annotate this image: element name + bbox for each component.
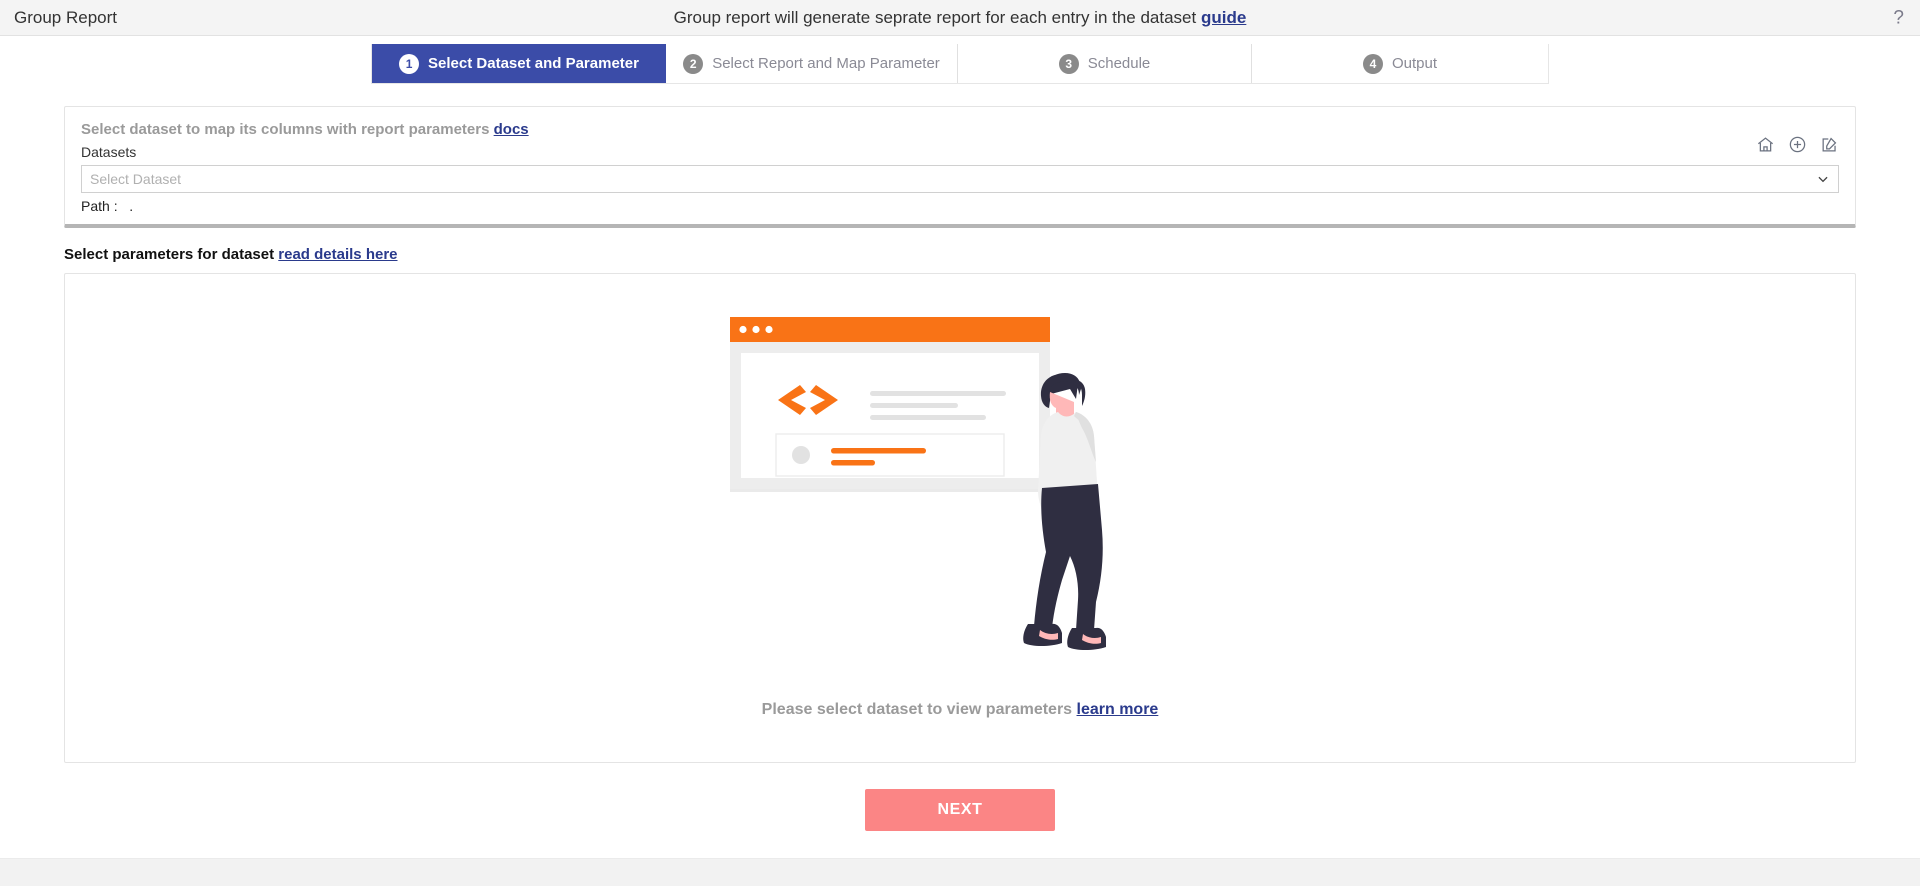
learn-more-link[interactable]: learn more	[1077, 701, 1159, 718]
tab-select-report-and-map-parameter[interactable]: 2 Select Report and Map Parameter	[666, 44, 958, 83]
dataset-path-value: .	[129, 198, 134, 214]
illustration-svg	[730, 317, 1106, 650]
help-icon[interactable]: ?	[1893, 8, 1904, 27]
step-number-1: 1	[399, 53, 420, 74]
step-number-2: 2	[683, 53, 704, 74]
next-button-container: NEXT	[64, 789, 1856, 831]
stepper-container: 1 Select Dataset and Parameter 2 Select …	[0, 36, 1920, 84]
parameters-title: Select parameters for dataset read detai…	[64, 246, 1856, 263]
tab-output[interactable]: 4 Output	[1252, 44, 1548, 83]
dataset-select-placeholder: Select Dataset	[90, 171, 182, 187]
step-label-3: Schedule	[1087, 55, 1151, 72]
step-label-2: Select Report and Map Parameter	[712, 55, 940, 72]
footer-strip	[0, 858, 1920, 886]
page-title: Group Report	[14, 7, 117, 27]
chevron-down-icon	[1816, 172, 1830, 186]
dataset-select[interactable]: Select Dataset	[81, 165, 1839, 193]
stepper: 1 Select Dataset and Parameter 2 Select …	[371, 44, 1549, 84]
step-number-4: 4	[1362, 53, 1383, 74]
parameters-empty-state: Please select dataset to view parameters…	[64, 273, 1856, 763]
tab-schedule[interactable]: 3 Schedule	[958, 44, 1252, 83]
tab-select-dataset-and-parameter[interactable]: 1 Select Dataset and Parameter	[372, 44, 666, 83]
next-button[interactable]: NEXT	[865, 789, 1055, 831]
plus-circle-icon[interactable]	[1788, 135, 1807, 154]
dataset-path: Path : .	[81, 198, 1839, 214]
header-notice: Group report will generate seprate repor…	[0, 8, 1920, 28]
empty-state-message-text: Please select dataset to view parameters	[761, 701, 1073, 718]
step-label-1: Select Dataset and Parameter	[428, 55, 639, 72]
edit-square-icon[interactable]	[1820, 135, 1839, 154]
step-label-4: Output	[1391, 55, 1438, 72]
top-bar: Group Report Group report will generate …	[0, 0, 1920, 36]
parameters-title-text: Select parameters for dataset	[64, 246, 275, 263]
header-notice-text: Group report will generate seprate repor…	[673, 7, 1197, 27]
empty-state-message: Please select dataset to view parameters…	[762, 701, 1159, 719]
dataset-panel-actions	[1756, 135, 1839, 154]
step-number-3: 3	[1058, 53, 1079, 74]
guide-link[interactable]: guide	[1201, 8, 1246, 27]
dataset-panel-heading: Select dataset to map its columns with r…	[81, 121, 1839, 138]
empty-state-illustration	[730, 317, 1190, 687]
main-content: Select dataset to map its columns with r…	[0, 106, 1920, 831]
dataset-panel: Select dataset to map its columns with r…	[64, 106, 1856, 228]
home-icon[interactable]	[1756, 135, 1775, 154]
dataset-panel-heading-text: Select dataset to map its columns with r…	[81, 121, 490, 138]
dataset-path-label: Path :	[81, 198, 118, 214]
docs-link[interactable]: docs	[494, 121, 529, 138]
datasets-label: Datasets	[81, 144, 137, 160]
read-details-here-link[interactable]: read details here	[278, 246, 397, 263]
